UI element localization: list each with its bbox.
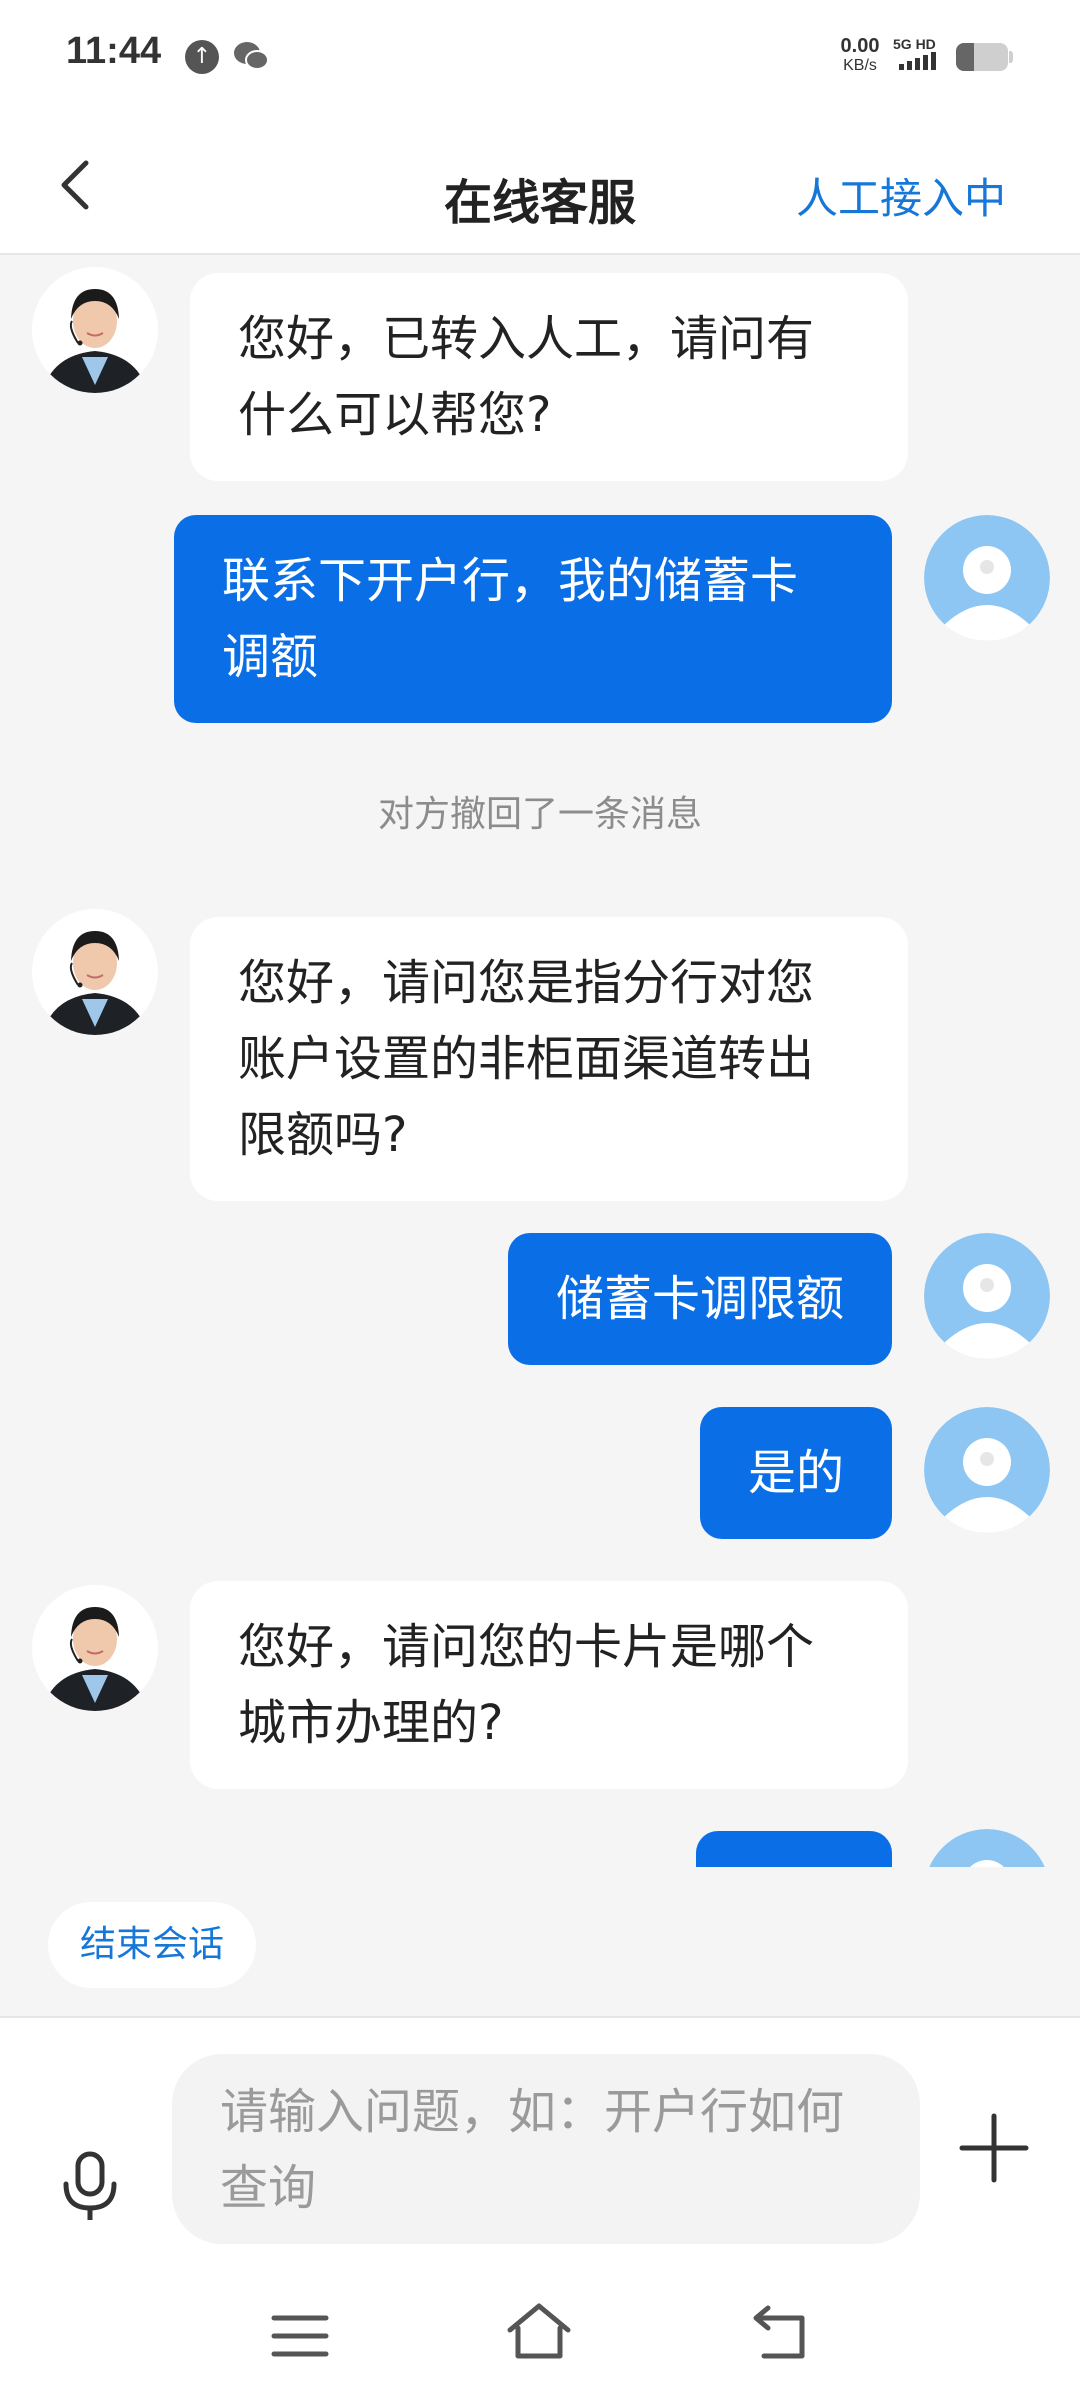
network-speed-unit: KB/s	[843, 57, 877, 74]
end-chat-button[interactable]: 结束会话	[48, 1902, 257, 1988]
menu-icon[interactable]	[268, 2308, 332, 2364]
user-message: 是的	[699, 1407, 892, 1539]
agent-message: 您好，请问您是指分行对您账户设置的非柜面渠道转出限额吗?	[190, 917, 908, 1201]
message-input[interactable]: 请输入问题，如：开户行如何查询	[172, 2054, 920, 2244]
plus-icon[interactable]	[956, 2110, 1032, 2186]
chat-area[interactable]: 您好，已转入人工，请问有什么可以帮您? 联系下开户行，我的储蓄卡调额 对方撤回了…	[0, 255, 1080, 1867]
input-bar: 请输入问题，如：开户行如何查询	[0, 2016, 1080, 2402]
wechat-icon	[234, 42, 269, 70]
battery-icon	[956, 43, 1008, 71]
agent-avatar	[32, 267, 158, 393]
signal-label: 5G HD	[893, 36, 936, 52]
upload-notification-icon: ↑	[185, 40, 219, 74]
network-speed: 0.00 KB/s	[830, 36, 890, 76]
user-avatar	[924, 1829, 1050, 1867]
user-message: 联系下开户行，我的储蓄卡调额	[174, 515, 892, 723]
home-icon[interactable]	[504, 2300, 574, 2364]
user-avatar	[924, 515, 1050, 641]
back-icon[interactable]	[748, 2304, 814, 2364]
system-message: 对方撤回了一条消息	[377, 794, 702, 835]
agent-message: 您好，已转入人工，请问有什么可以帮您?	[190, 273, 908, 481]
signal-icon: 5G HD	[893, 36, 949, 76]
chat-header: 在线客服 人工接入中	[0, 115, 1080, 255]
battery-cap	[1009, 51, 1013, 63]
user-avatar	[924, 1233, 1050, 1359]
network-speed-value: 0.00	[840, 35, 880, 57]
agent-message: 您好，请问您的卡片是哪个城市办理的?	[190, 1581, 908, 1789]
status-bar: 11:44 ↑ 0.00 KB/s 5G HD	[0, 0, 1080, 115]
user-message-partial	[696, 1831, 892, 1867]
agent-avatar	[32, 1585, 158, 1711]
battery-fill	[956, 43, 975, 71]
agent-avatar	[32, 909, 158, 1035]
agent-status: 人工接入中	[795, 174, 1006, 223]
status-time: 11:44	[66, 30, 162, 72]
microphone-icon[interactable]	[50, 2146, 130, 2226]
user-avatar	[924, 1407, 1050, 1533]
user-message: 储蓄卡调限额	[507, 1233, 892, 1365]
